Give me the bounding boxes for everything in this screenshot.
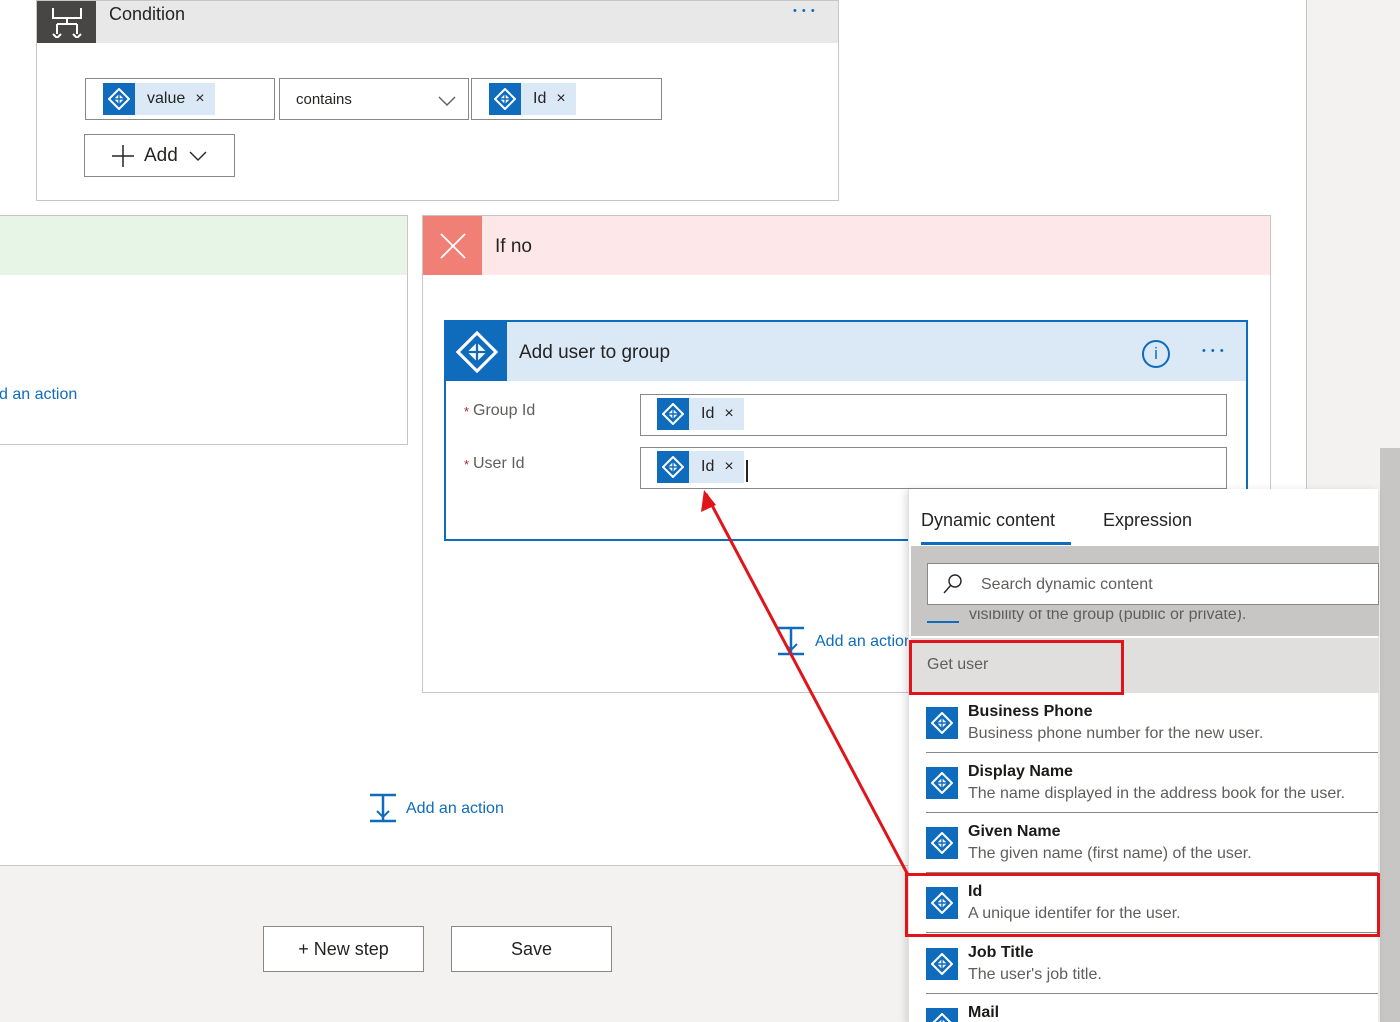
add-condition-button[interactable]: Add: [84, 134, 235, 177]
scrollbar-thumb[interactable]: [1380, 448, 1400, 1022]
group-id-label: Group Id: [473, 402, 536, 419]
close-icon[interactable]: ×: [714, 405, 743, 423]
if-no-title: If no: [495, 236, 532, 257]
azure-ad-icon: [489, 83, 521, 115]
action-title: Add user to group: [519, 342, 671, 363]
active-tab-underline: [921, 542, 1071, 545]
add-action-label: Add an action: [406, 800, 504, 817]
condition-right-operand[interactable]: Id ×: [471, 78, 662, 120]
azure-ad-icon: [926, 827, 958, 859]
if-yes-card: d an action: [0, 215, 408, 445]
item-description: The given name (first name) of the user.: [968, 845, 1252, 862]
highlight-box-id-item: [905, 873, 1380, 937]
close-icon: [423, 216, 482, 275]
token-id[interactable]: Id ×: [657, 398, 744, 430]
info-glyph: i: [1154, 344, 1158, 363]
item-description: The name displayed in the address book f…: [968, 785, 1346, 802]
new-step-button[interactable]: + New step: [263, 926, 424, 972]
azure-ad-icon: [657, 398, 689, 430]
condition-left-operand[interactable]: value ×: [85, 78, 275, 120]
close-icon[interactable]: ×: [714, 458, 743, 476]
clipped-item-line: [927, 621, 959, 623]
dynamic-item-job-title[interactable]: Job Title The user's job title.: [910, 934, 1378, 994]
text-cursor: [746, 460, 748, 482]
token-label: value: [147, 90, 186, 107]
outer-add-action[interactable]: Add an action: [368, 793, 528, 823]
clipped-description: visibility of the group (public or priva…: [969, 610, 1247, 622]
user-id-field[interactable]: Id ×: [640, 447, 1227, 489]
item-title: Business Phone: [968, 703, 1093, 720]
dynamic-item-business-phone[interactable]: Business Phone Business phone number for…: [910, 693, 1378, 753]
dynamic-item-display-name[interactable]: Display Name The name displayed in the a…: [910, 753, 1378, 813]
azure-ad-icon: [926, 948, 958, 980]
condition-card: Condition • • • value × contains Id × Ad…: [36, 0, 839, 201]
plus-icon: [112, 145, 134, 167]
condition-icon: [37, 1, 96, 43]
token-value[interactable]: value ×: [103, 83, 215, 115]
chevron-down-icon: [438, 96, 456, 106]
azure-ad-icon: [103, 83, 135, 115]
item-title: Mail: [968, 1004, 1000, 1021]
add-label: Add: [144, 145, 178, 166]
highlight-box-get-user: [909, 640, 1124, 695]
add-step-icon: [370, 793, 396, 823]
add-step-icon: [778, 626, 804, 656]
token-id[interactable]: Id ×: [489, 83, 576, 115]
azure-ad-icon: [926, 707, 958, 739]
close-icon[interactable]: ×: [546, 90, 575, 108]
azure-ad-icon: [657, 451, 689, 483]
group-id-field[interactable]: Id ×: [640, 394, 1227, 436]
item-description: Business phone number for the new user.: [968, 725, 1264, 742]
item-title: Display Name: [968, 763, 1073, 780]
if-yes-header[interactable]: [0, 216, 407, 275]
required-mark: *: [464, 457, 470, 472]
required-mark: *: [464, 404, 470, 419]
azure-ad-icon: [926, 767, 958, 799]
azure-ad-icon: [446, 322, 507, 381]
tab-dynamic-content[interactable]: Dynamic content: [921, 510, 1055, 531]
chevron-down-icon: [189, 151, 207, 161]
operator-dropdown[interactable]: contains: [279, 78, 469, 120]
add-action-label: Add an action: [815, 633, 913, 650]
action-more-button[interactable]: • • •: [1202, 345, 1225, 357]
token-label: Id: [701, 458, 715, 475]
if-no-add-action[interactable]: Add an action: [776, 626, 916, 656]
save-button[interactable]: Save: [451, 926, 612, 972]
dynamic-item-given-name[interactable]: Given Name The given name (first name) o…: [910, 813, 1378, 873]
info-icon[interactable]: i: [1142, 340, 1170, 368]
azure-ad-icon: [926, 1008, 958, 1022]
tab-expression[interactable]: Expression: [1103, 510, 1192, 531]
item-title: Job Title: [968, 944, 1034, 961]
condition-more-button[interactable]: • • •: [793, 5, 816, 17]
user-id-label: User Id: [473, 455, 525, 472]
search-input[interactable]: Search dynamic content: [927, 563, 1379, 605]
item-title: Given Name: [968, 823, 1061, 840]
new-step-label: + New step: [298, 939, 389, 959]
search-placeholder: Search dynamic content: [981, 576, 1153, 593]
dynamic-item-mail[interactable]: Mail: [910, 994, 1378, 1022]
token-label: Id: [533, 90, 547, 107]
condition-title: Condition: [109, 4, 186, 24]
item-description: The user's job title.: [968, 966, 1102, 983]
token-label: Id: [701, 405, 715, 422]
save-label: Save: [510, 939, 553, 959]
if-yes-add-action-link[interactable]: d an action: [0, 386, 77, 404]
token-id[interactable]: Id ×: [657, 451, 744, 483]
close-icon[interactable]: ×: [185, 90, 214, 108]
operator-value: contains: [296, 91, 352, 108]
search-icon: [943, 574, 962, 594]
if-no-header[interactable]: [423, 216, 1270, 275]
